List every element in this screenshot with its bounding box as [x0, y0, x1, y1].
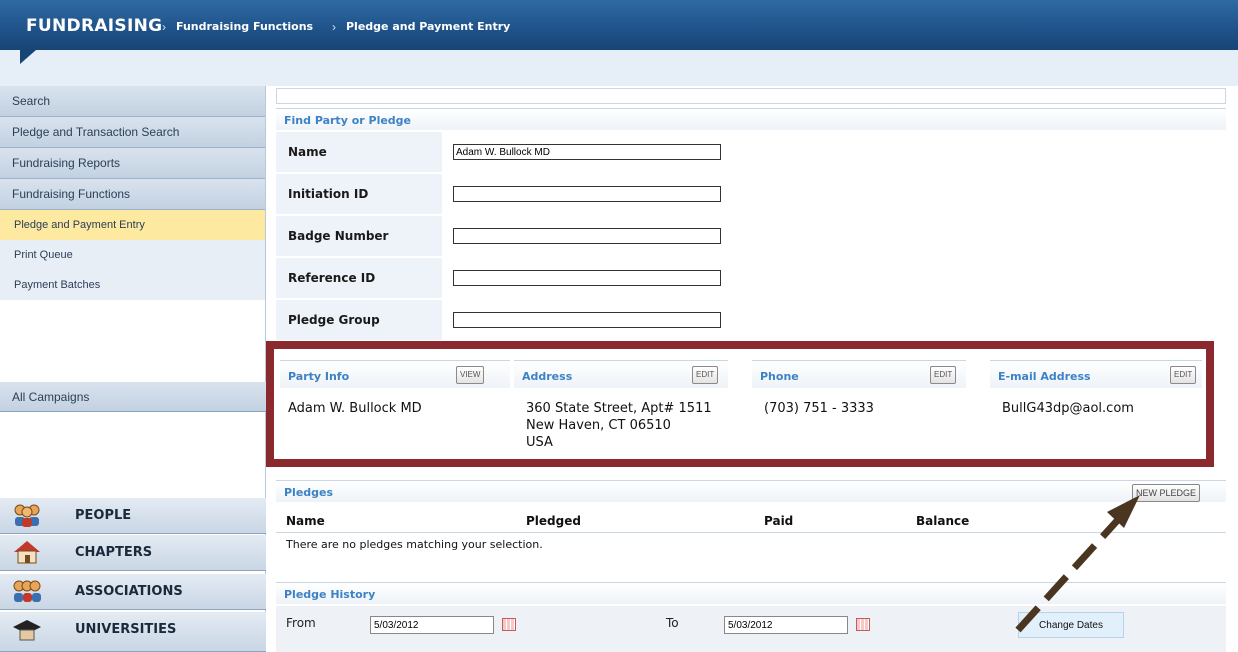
annotation-arrow — [1015, 495, 1140, 633]
